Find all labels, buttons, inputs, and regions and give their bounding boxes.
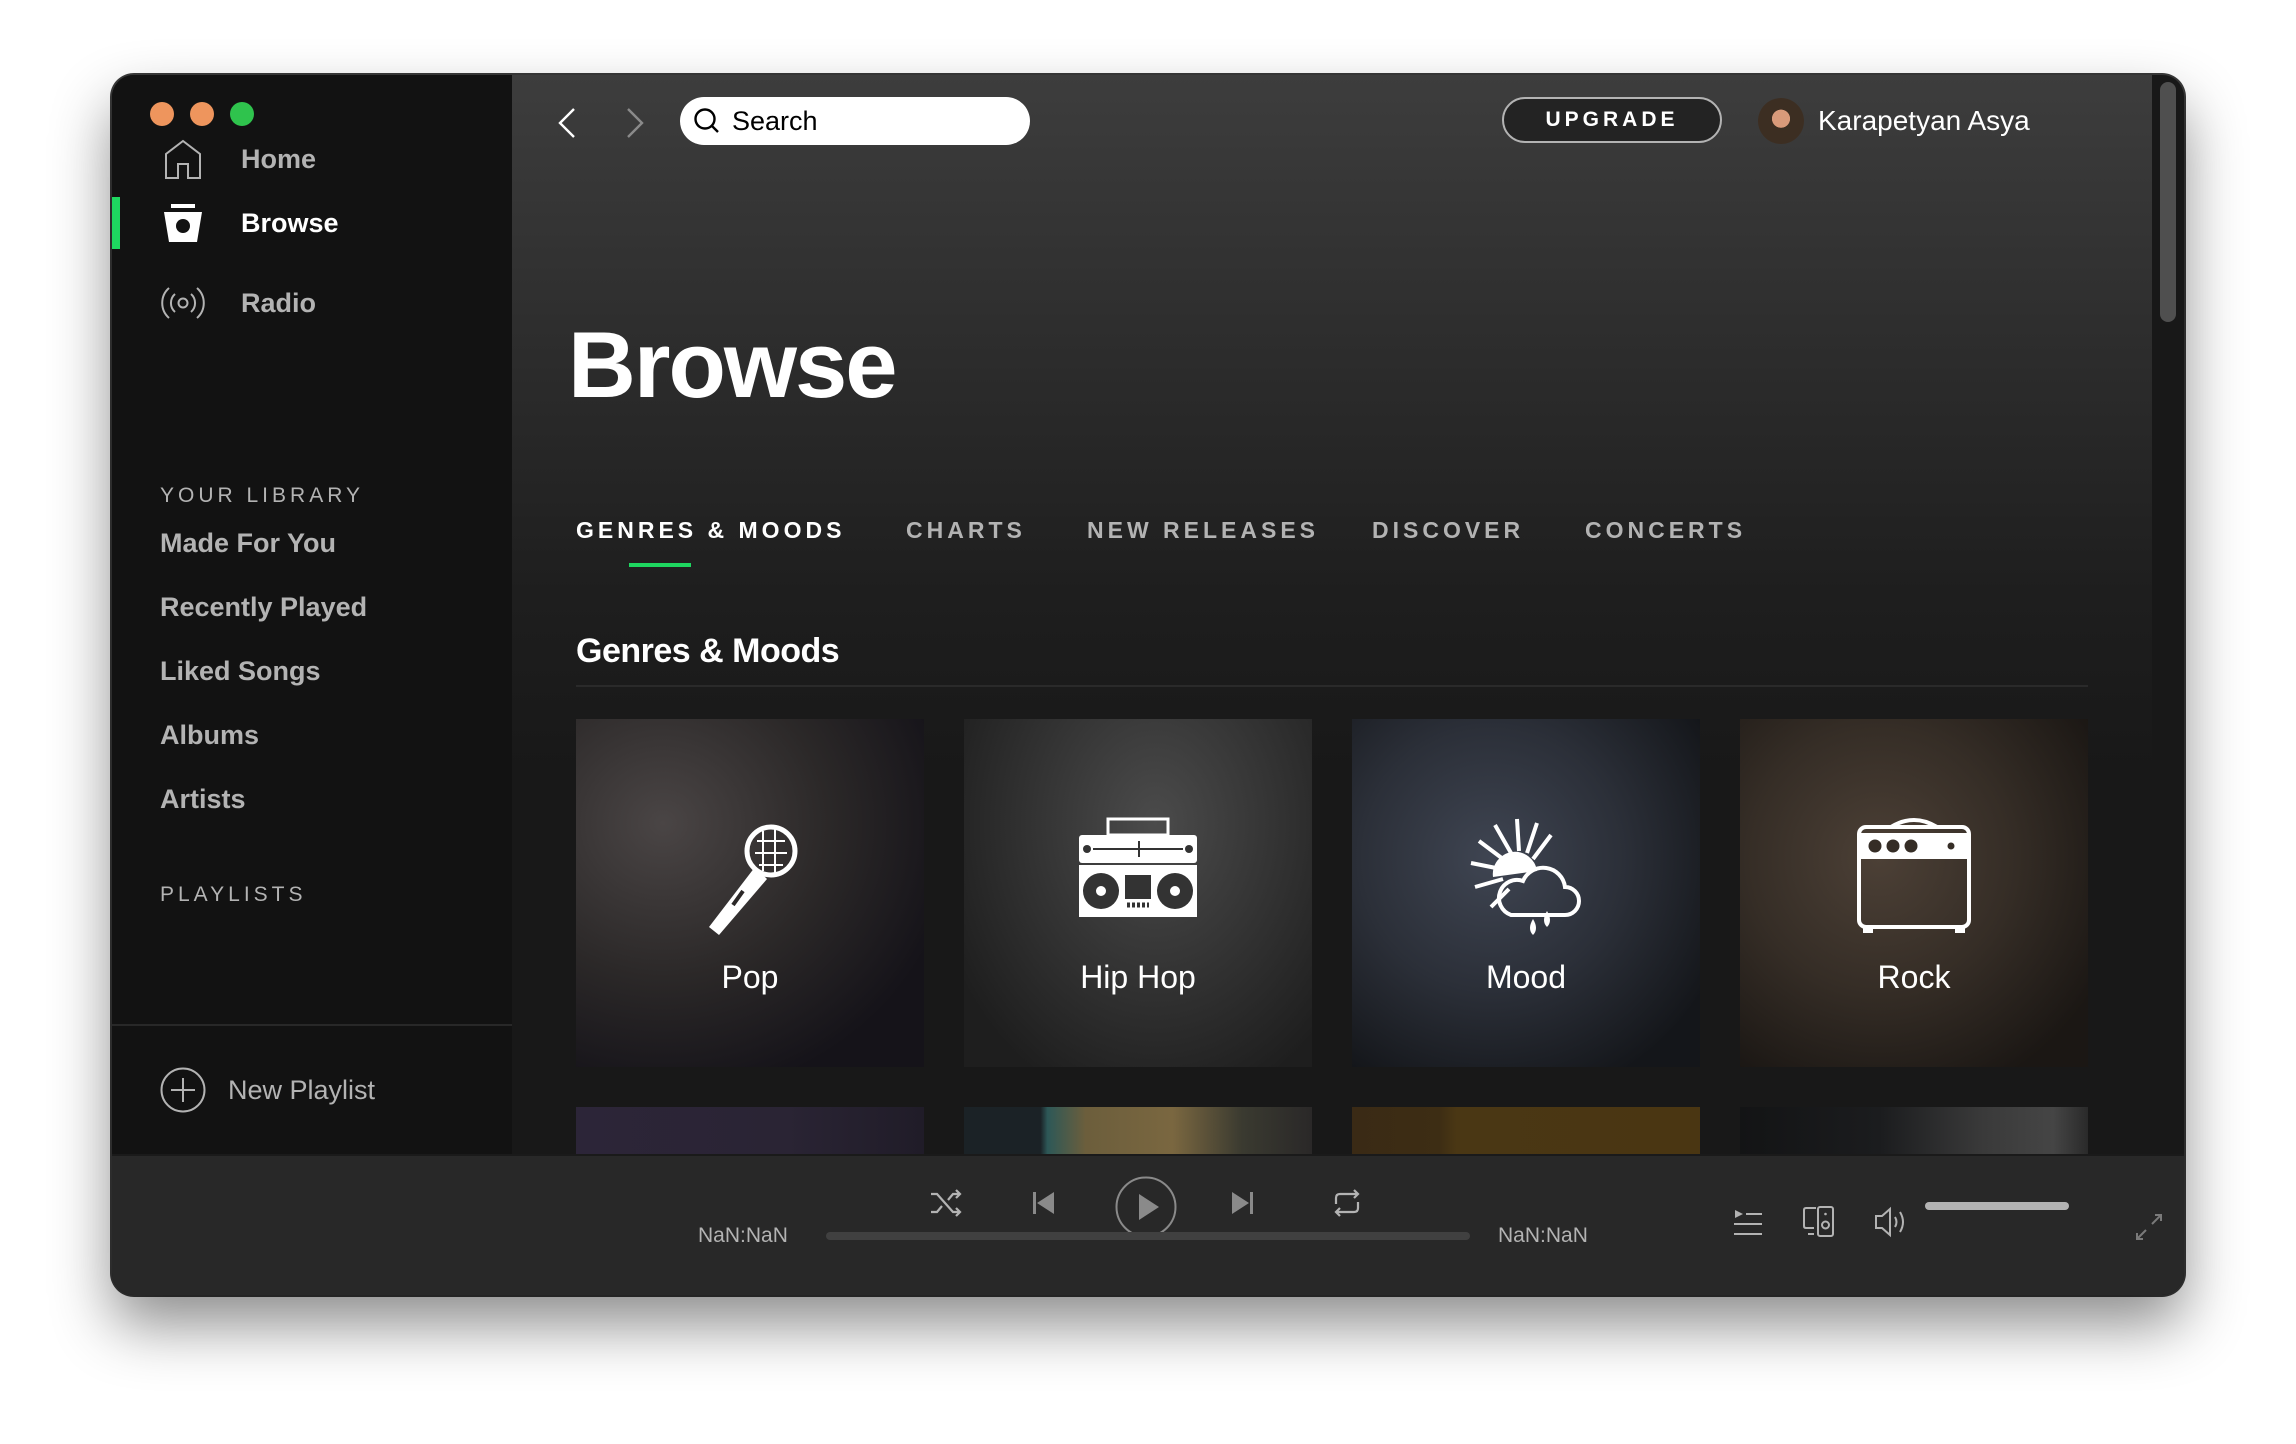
sidebar-item-label: Home (241, 143, 317, 174)
search-icon (694, 108, 719, 133)
tile-label: Rock (1877, 959, 1951, 995)
total-time: NaN:NaN (1498, 1224, 1588, 1247)
genre-tile[interactable] (576, 1107, 924, 1154)
progress-bar[interactable] (826, 1232, 1470, 1240)
window-minimize-button[interactable] (190, 102, 214, 126)
main-content: UPGRADE Karapetyan Asya Browse GENRES & … (512, 75, 2184, 1154)
fullscreen-button[interactable] (2134, 1212, 2164, 1242)
tab-genres-moods[interactable]: GENRES & MOODS (576, 517, 845, 544)
volume-fill (1925, 1202, 2069, 1210)
tab-concerts[interactable]: CONCERTS (1585, 517, 1746, 544)
back-button[interactable] (548, 103, 588, 143)
your-library-heading: YOUR LIBRARY (160, 484, 364, 507)
amplifier-icon (1857, 818, 1971, 933)
page-title: Browse (568, 312, 898, 417)
sidebar-divider (112, 1024, 512, 1026)
sidebar-item-label: Browse (241, 207, 339, 238)
playlists-heading: PLAYLISTS (160, 883, 307, 906)
app-window: Home Browse Radio YOUR LIBRARY Made For … (112, 75, 2184, 1295)
shuffle-button[interactable] (929, 1188, 963, 1218)
tile-label: Mood (1485, 959, 1567, 995)
genre-tile[interactable] (1352, 1107, 1700, 1154)
radio-icon (161, 287, 205, 319)
forward-button[interactable] (614, 103, 654, 143)
search-input[interactable] (730, 104, 1014, 138)
section-divider (576, 685, 2088, 687)
sidebar-item-home[interactable]: Home (112, 124, 512, 194)
avatar (1758, 98, 1804, 144)
genre-tile-hip-hop[interactable]: Hip Hop (964, 719, 1312, 1067)
user-name: Karapetyan Asya (1818, 105, 2030, 136)
next-button[interactable] (1230, 1190, 1256, 1216)
volume-icon[interactable] (1874, 1206, 1910, 1238)
plus-circle-icon (160, 1067, 206, 1113)
genre-tile-rock[interactable]: Rock (1740, 719, 2088, 1067)
upgrade-button[interactable]: UPGRADE (1502, 97, 1722, 143)
sidebar-item-radio[interactable]: Radio (112, 268, 512, 338)
sidebar-item-label: Radio (241, 287, 317, 318)
tab-new-releases[interactable]: NEW RELEASES (1087, 517, 1319, 544)
sidebar: Home Browse Radio YOUR LIBRARY Made For … (112, 75, 512, 1154)
home-icon (165, 139, 201, 179)
search-box[interactable] (680, 97, 1030, 145)
play-button[interactable] (1115, 1176, 1177, 1238)
scrollbar-thumb[interactable] (2160, 82, 2176, 322)
queue-button[interactable] (1732, 1208, 1764, 1236)
browse-icon (164, 204, 202, 242)
user-menu[interactable]: Karapetyan Asya (1758, 97, 2030, 145)
library-item-made-for-you[interactable]: Made For You (160, 528, 336, 559)
genre-tile[interactable] (964, 1107, 1312, 1154)
previous-button[interactable] (1030, 1190, 1056, 1216)
tab-discover[interactable]: DISCOVER (1372, 517, 1524, 544)
active-tab-indicator (629, 563, 691, 567)
volume-slider[interactable] (1925, 1202, 2069, 1210)
library-item-liked-songs[interactable]: Liked Songs (160, 656, 321, 687)
window-close-button[interactable] (150, 102, 174, 126)
weather-icon (1470, 818, 1581, 935)
boombox-icon (1079, 817, 1197, 917)
window-maximize-button[interactable] (230, 102, 254, 126)
library-item-albums[interactable]: Albums (160, 720, 259, 751)
genre-tile-pop[interactable]: Pop (576, 719, 924, 1067)
sidebar-item-browse[interactable]: Browse (112, 188, 512, 258)
tile-label: Hip Hop (1080, 959, 1196, 995)
genre-tile[interactable] (1740, 1107, 2088, 1154)
library-item-artists[interactable]: Artists (160, 784, 246, 815)
repeat-button[interactable] (1330, 1186, 1364, 1220)
elapsed-time: NaN:NaN (698, 1224, 788, 1247)
new-playlist-button[interactable]: New Playlist (160, 1065, 375, 1115)
player-bar: NaN:NaN NaN:NaN (112, 1154, 2184, 1295)
tab-charts[interactable]: CHARTS (906, 517, 1026, 544)
new-playlist-label: New Playlist (228, 1074, 376, 1105)
library-item-recently-played[interactable]: Recently Played (160, 592, 367, 623)
genre-tile-mood[interactable]: Mood (1352, 719, 1700, 1067)
devices-button[interactable] (1802, 1206, 1836, 1238)
microphone-icon (709, 824, 798, 935)
section-title: Genres & Moods (576, 632, 840, 670)
tile-label: Pop (721, 959, 779, 995)
